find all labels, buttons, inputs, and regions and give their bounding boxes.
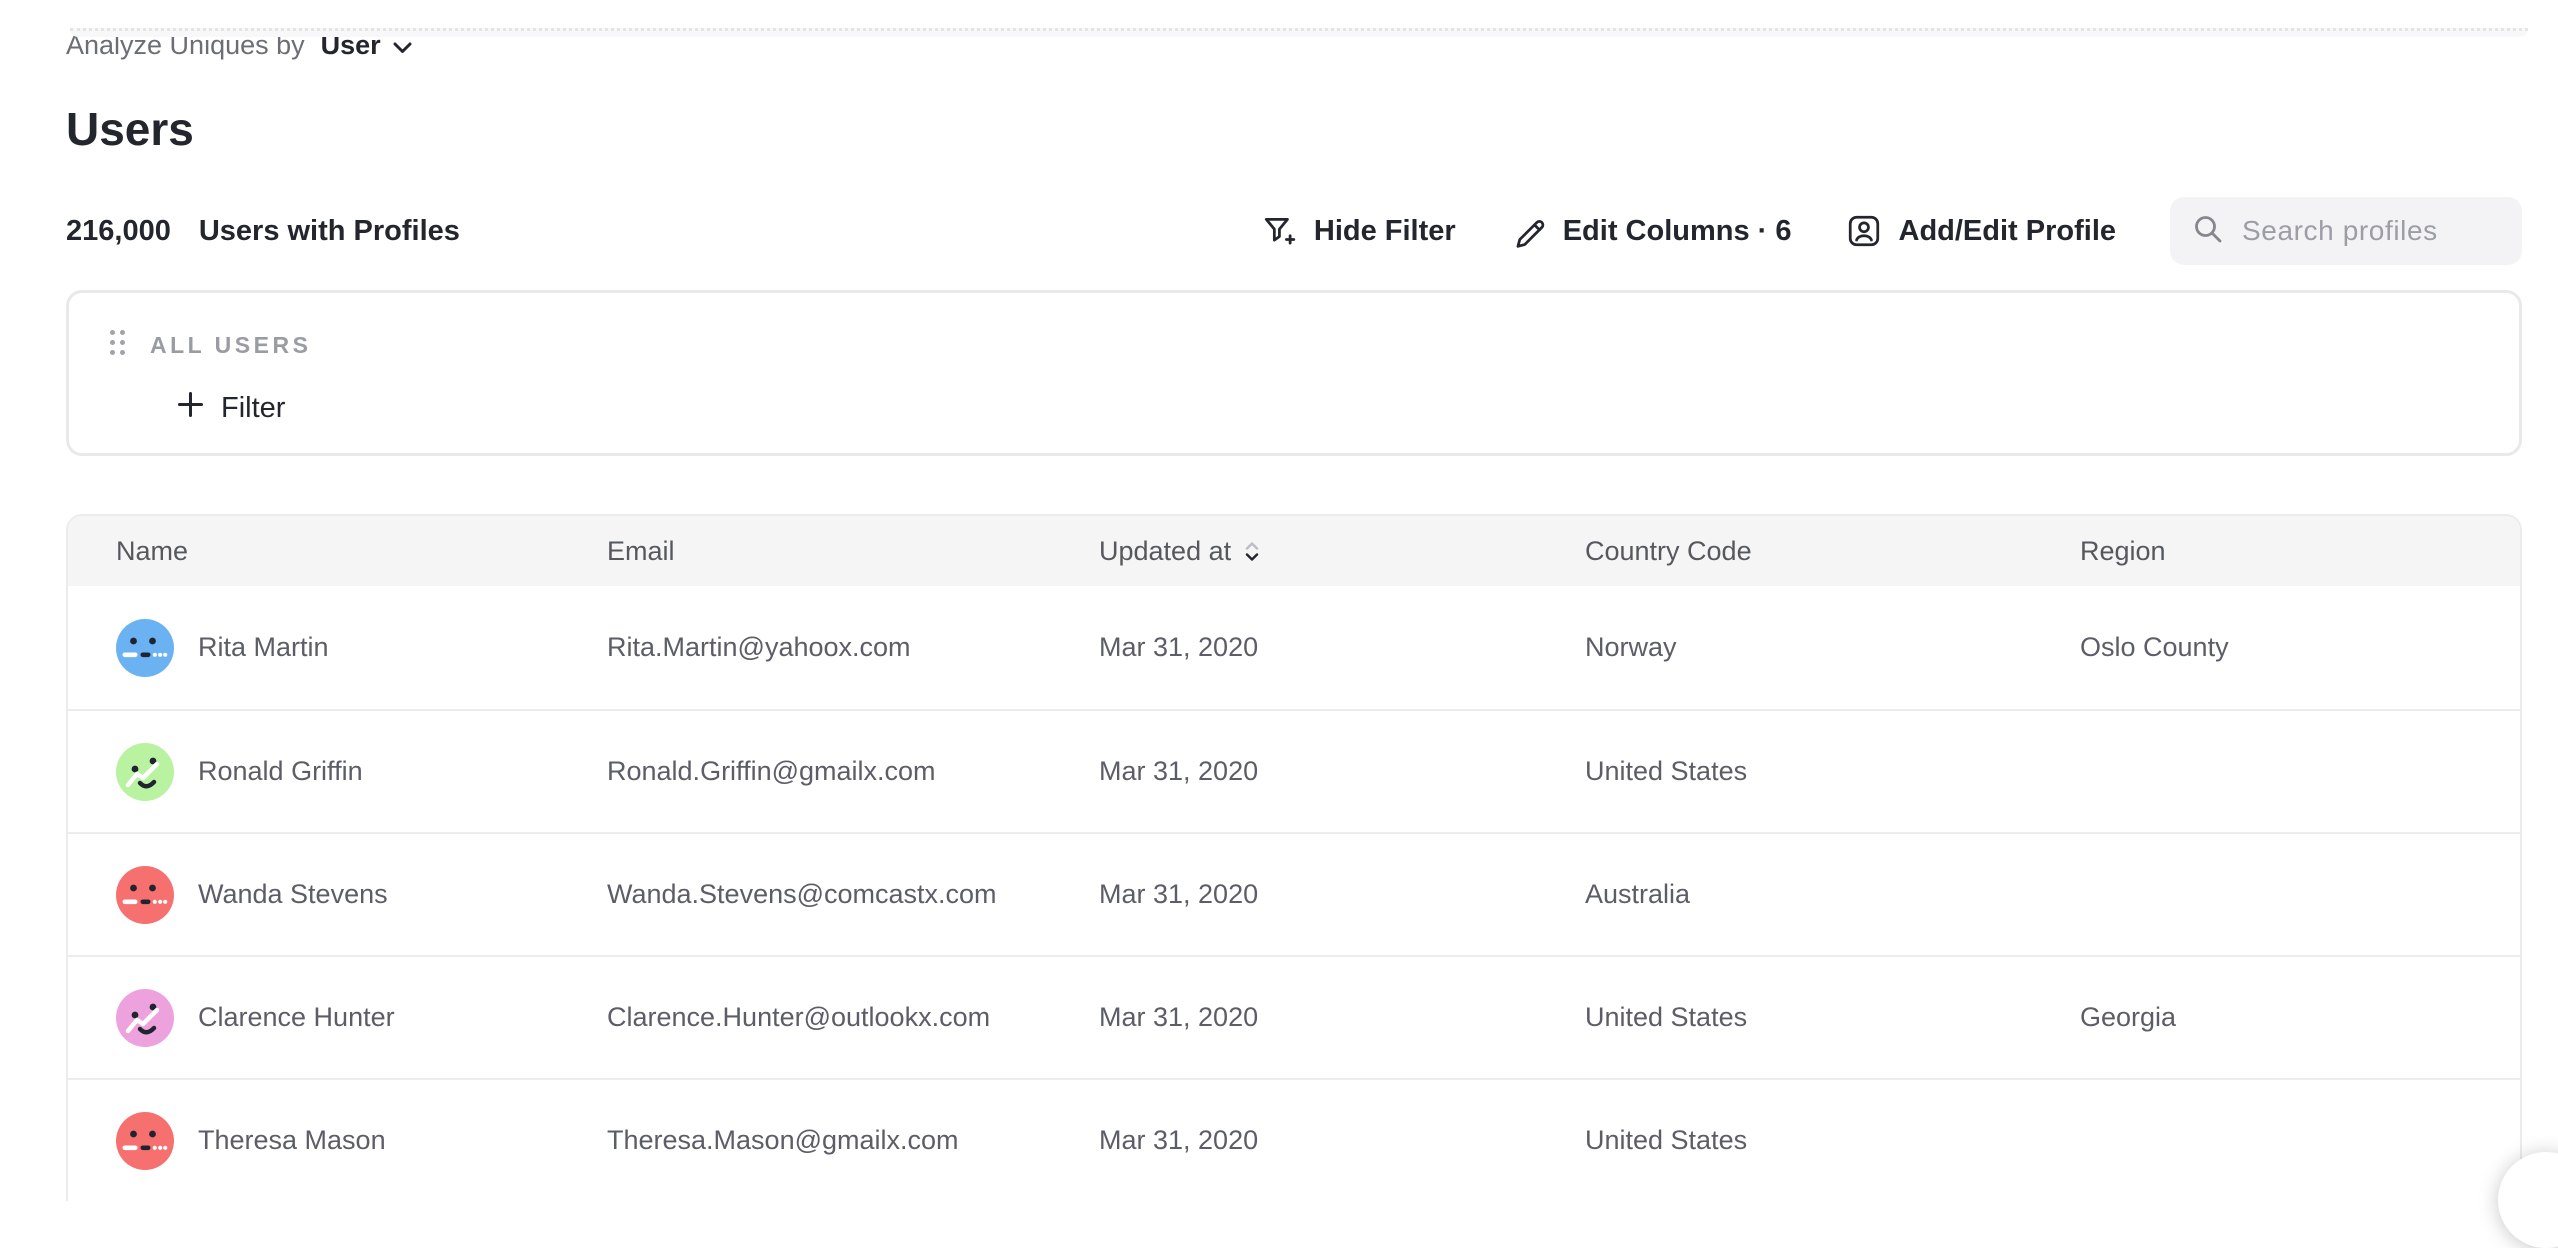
user-email: Wanda.Stevens@comcastx.com — [607, 879, 1099, 910]
search-icon — [2192, 213, 2224, 250]
funnel-plus-icon — [1261, 213, 1297, 249]
edit-columns-button[interactable]: Edit Columns · 6 — [1510, 213, 1792, 249]
users-table: Name Email Updated at Country Code Regio… — [66, 514, 2522, 1201]
user-name: Theresa Mason — [198, 1125, 386, 1156]
avatar — [116, 1112, 174, 1170]
search-profiles-input[interactable] — [2240, 214, 2508, 248]
user-region: Georgia — [2080, 1002, 2520, 1033]
hide-filter-button[interactable]: Hide Filter — [1261, 213, 1456, 249]
column-header-country-code: Country Code — [1585, 536, 2080, 567]
add-filter-label: Filter — [221, 392, 285, 425]
user-country-code: United States — [1585, 1002, 2080, 1033]
user-region: Oslo County — [2080, 632, 2520, 663]
table-body: Rita Martin Rita.Martin@yahoox.com Mar 3… — [68, 586, 2520, 1201]
pencil-icon — [1510, 213, 1546, 249]
add-filter-button[interactable]: Filter — [177, 391, 285, 426]
profile-count: 216,000 Users with Profiles — [66, 215, 460, 248]
hide-filter-label: Hide Filter — [1314, 215, 1456, 248]
column-header-region: Region — [2080, 536, 2520, 567]
profile-count-label: Users with Profiles — [199, 215, 460, 248]
scrolled-card-edge — [70, 28, 2528, 37]
toolbar-actions: Hide Filter Edit Columns · 6 — [1261, 197, 2522, 265]
user-name: Wanda Stevens — [198, 879, 388, 910]
user-email: Ronald.Griffin@gmailx.com — [607, 756, 1099, 787]
drag-handle-icon[interactable] — [109, 329, 126, 361]
column-header-name: Name — [116, 536, 607, 567]
avatar — [116, 989, 174, 1047]
column-header-email: Email — [607, 536, 1099, 567]
user-email: Clarence.Hunter@outlookx.com — [607, 1002, 1099, 1033]
user-country-code: Norway — [1585, 632, 2080, 663]
user-country-code: United States — [1585, 1125, 2080, 1156]
user-updated-at: Mar 31, 2020 — [1099, 756, 1585, 787]
table-header-row: Name Email Updated at Country Code Regio… — [68, 516, 2520, 586]
sort-desc-icon — [1245, 542, 1259, 561]
column-header-updated-at[interactable]: Updated at — [1099, 536, 1585, 567]
user-updated-at: Mar 31, 2020 — [1099, 1002, 1585, 1033]
filter-group-header: ALL USERS — [109, 329, 2519, 361]
page-title: Users — [66, 102, 2522, 156]
plus-icon — [177, 391, 204, 426]
filter-group-label: ALL USERS — [150, 332, 311, 359]
avatar — [116, 619, 174, 677]
filter-panel: ALL USERS Filter — [66, 290, 2522, 456]
users-page: Analyze Uniques by User Users 216,000 Us… — [0, 28, 2558, 1201]
user-updated-at: Mar 31, 2020 — [1099, 1125, 1585, 1156]
user-email: Rita.Martin@yahoox.com — [607, 632, 1099, 663]
user-country-code: United States — [1585, 756, 2080, 787]
add-edit-profile-label: Add/Edit Profile — [1899, 215, 2117, 248]
table-row[interactable]: Clarence Hunter Clarence.Hunter@outlookx… — [68, 955, 2520, 1078]
table-row[interactable]: Theresa Mason Theresa.Mason@gmailx.com M… — [68, 1078, 2520, 1201]
avatar — [116, 866, 174, 924]
user-email: Theresa.Mason@gmailx.com — [607, 1125, 1099, 1156]
add-edit-profile-button[interactable]: Add/Edit Profile — [1846, 213, 2117, 249]
search-box — [2170, 197, 2522, 265]
avatar — [116, 743, 174, 801]
toolbar: 216,000 Users with Profiles Hide Filter — [66, 196, 2522, 266]
user-name: Clarence Hunter — [198, 1002, 395, 1033]
table-row[interactable]: Ronald Griffin Ronald.Griffin@gmailx.com… — [68, 709, 2520, 832]
profile-card-icon — [1846, 213, 1882, 249]
user-name: Rita Martin — [198, 632, 329, 663]
user-updated-at: Mar 31, 2020 — [1099, 879, 1585, 910]
user-country-code: Australia — [1585, 879, 2080, 910]
table-row[interactable]: Rita Martin Rita.Martin@yahoox.com Mar 3… — [68, 586, 2520, 709]
user-updated-at: Mar 31, 2020 — [1099, 632, 1585, 663]
table-row[interactable]: Wanda Stevens Wanda.Stevens@comcastx.com… — [68, 832, 2520, 955]
edit-columns-label: Edit Columns · 6 — [1563, 215, 1792, 248]
profile-count-value: 216,000 — [66, 215, 171, 248]
user-name: Ronald Griffin — [198, 756, 363, 787]
